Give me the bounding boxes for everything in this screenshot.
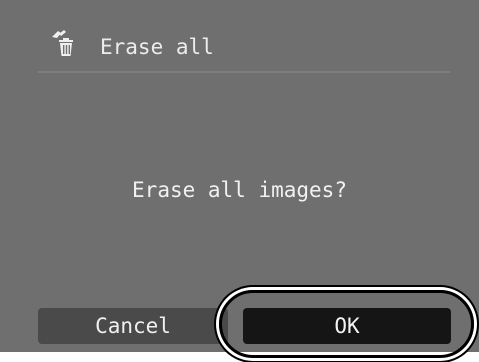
header-divider (38, 71, 450, 73)
ok-button[interactable]: OK (243, 308, 451, 344)
dialog-title: Erase all (100, 35, 214, 59)
camera-lcd-screen: Erase all Erase all images? Cancel OK (0, 0, 479, 352)
erase-trash-icon-graphic (52, 30, 73, 56)
erase-trash-icon (48, 28, 78, 58)
dialog-header: Erase all (0, 0, 479, 70)
cancel-button[interactable]: Cancel (38, 308, 228, 344)
confirm-message: Erase all images? (132, 178, 347, 202)
